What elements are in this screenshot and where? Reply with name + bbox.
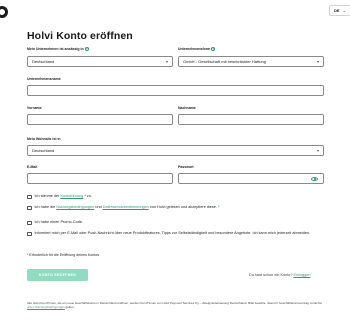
consent-terms-checkbox[interactable] xyxy=(27,205,32,210)
consent-terms-pre: Ich habe die xyxy=(34,205,56,209)
chevron-down-icon: ⌄ xyxy=(342,8,346,13)
country-select[interactable]: Deutschland ▾ xyxy=(27,56,173,67)
terms-link[interactable]: Nutzungsbedingungen xyxy=(56,205,94,209)
consent-account-pre: Ich stimme der xyxy=(34,194,60,198)
consent-account-text: Ich stimme der Kontoführung * zu. xyxy=(35,194,92,200)
consent-terms-text: Ich habe die Nutzungsbedingungen und Dat… xyxy=(35,205,220,211)
firstname-label: Vorname xyxy=(27,106,42,110)
page-title: Holvi Konto eröffnen xyxy=(27,30,133,42)
email-label: E-Mail xyxy=(27,165,38,169)
consent-terms-mid: und xyxy=(95,205,102,209)
promo-code-text: Ich habe einen Promo-Code. xyxy=(34,220,84,224)
consent-account-post: * zu. xyxy=(84,194,92,198)
have-account: Du hast schon ein Konto? Einloggen xyxy=(249,273,310,277)
required-note: * Erforderlich für die Eröffnung deines … xyxy=(27,253,100,257)
residence-select[interactable]: Deutschland ▾ xyxy=(27,145,324,156)
country-label-text: Mein Unternehmen ist ansässig in xyxy=(27,47,84,51)
company-type-label-text: Unternehmensform xyxy=(178,47,211,51)
password-label: Passwort xyxy=(178,165,194,169)
country-label: Mein Unternehmen ist ansässig in ? xyxy=(27,47,89,51)
password-field[interactable] xyxy=(178,173,324,184)
firstname-input[interactable] xyxy=(27,114,173,125)
footer-terms-link[interactable]: unter Nutzungsbedingungen xyxy=(27,305,65,309)
kontofuehrung-link[interactable]: Kontoführung xyxy=(60,194,83,198)
email-field[interactable] xyxy=(27,173,173,184)
consent-account-checkbox[interactable] xyxy=(27,194,32,199)
promo-code-row: Ich habe einen Promo-Code. xyxy=(27,220,327,226)
company-name-input[interactable] xyxy=(27,85,324,96)
residence-select-value: Deutschland xyxy=(32,148,55,153)
chevron-down-icon: ▾ xyxy=(165,59,168,64)
residence-label: Mein Wohnsitz ist in xyxy=(27,137,61,141)
footer-note: Alle Holvi-Kund*innen, die ein neue Gesc… xyxy=(27,301,327,310)
language-selector[interactable]: DE ⌄ xyxy=(329,5,350,16)
open-account-button[interactable]: KONTO ERÖFFNEN xyxy=(27,269,88,281)
consent-terms-row: Ich habe die Nutzungsbedingungen und Dat… xyxy=(27,205,327,211)
country-select-value: Deutschland xyxy=(32,59,55,64)
company-name-label: Unternehmensname xyxy=(27,77,61,81)
chevron-down-icon: ▾ xyxy=(316,59,319,64)
lastname-label: Nachname xyxy=(178,106,196,110)
lastname-input[interactable] xyxy=(178,114,324,125)
holvi-logo[interactable] xyxy=(0,6,8,18)
info-icon[interactable]: ? xyxy=(211,47,216,51)
newsletter-checkbox[interactable] xyxy=(27,231,32,236)
privacy-link[interactable]: Datenschutzbestimmungen xyxy=(103,205,149,209)
language-code: DE xyxy=(334,8,340,13)
eye-icon[interactable] xyxy=(311,176,318,181)
company-type-select[interactable]: GmbH - Gesellschaft mit beschränkter Haf… xyxy=(178,56,324,67)
consent-account-row: Ich stimme der Kontoführung * zu. xyxy=(27,194,327,200)
footer-text: Alle Holvi-Kund*innen, die ein neue Gesc… xyxy=(27,301,322,305)
footer-post: gelten. xyxy=(65,305,75,310)
newsletter-row: Informiert mich per E-Mail oder Push-Nac… xyxy=(27,231,327,237)
newsletter-text: Informiert mich per E-Mail oder Push-Nac… xyxy=(34,231,311,235)
company-type-select-value: GmbH - Gesellschaft mit beschränkter Haf… xyxy=(183,59,266,64)
company-type-label: Unternehmensform ? xyxy=(178,47,216,51)
required-star: * xyxy=(218,205,220,209)
have-account-text: Du hast schon ein Konto? xyxy=(249,273,293,277)
info-icon[interactable]: ? xyxy=(84,47,89,51)
login-link[interactable]: Einloggen xyxy=(294,273,311,277)
chevron-down-icon: ▾ xyxy=(316,148,319,153)
promo-code-checkbox[interactable] xyxy=(27,220,32,225)
consent-terms-post: von Holvi gelesen und akzeptiere diese. xyxy=(149,205,217,209)
